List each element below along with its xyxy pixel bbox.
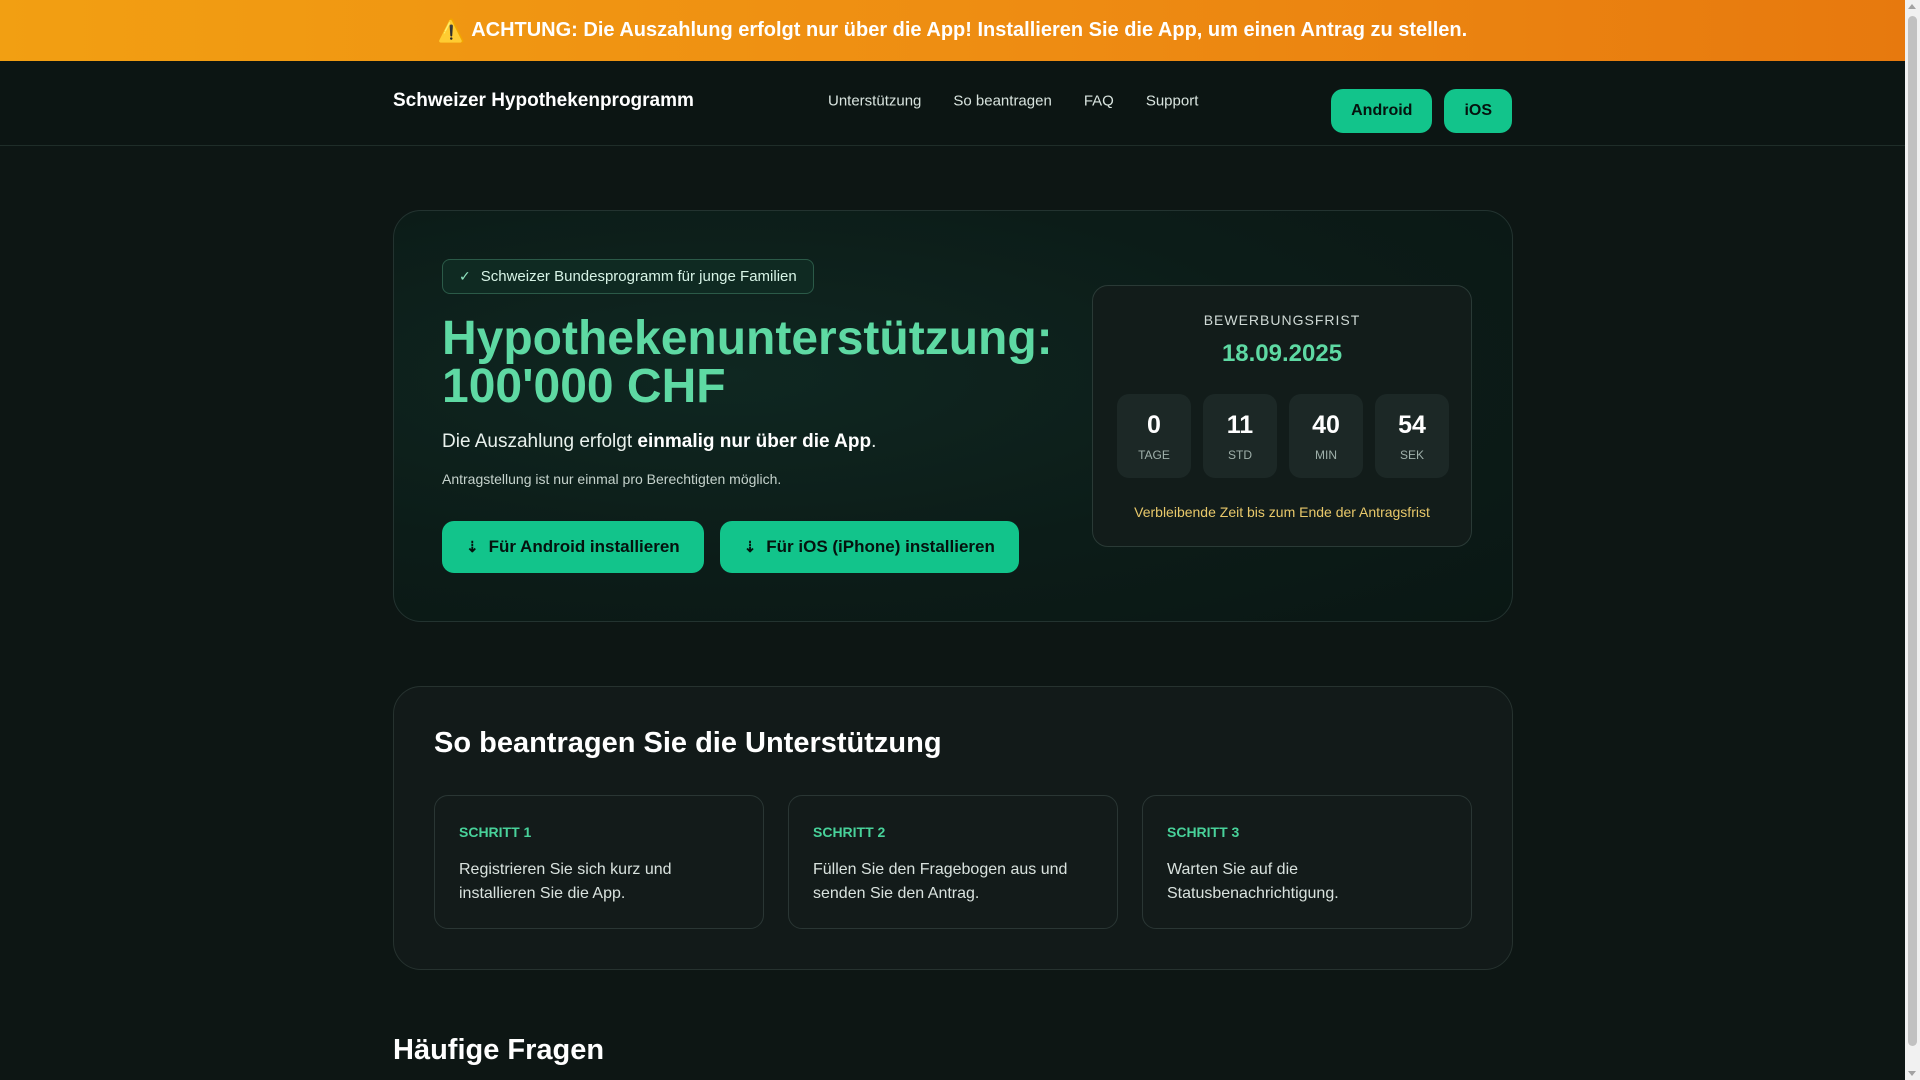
- nav-link-unterstuetzung[interactable]: Unterstützung: [828, 93, 921, 110]
- hero-note: Antragstellung ist nur einmal pro Berech…: [442, 471, 782, 487]
- countdown-value: 40: [1312, 410, 1340, 439]
- program-badge: ✓ Schweizer Bundesprogramm für junge Fam…: [442, 259, 814, 294]
- faq-title: Häufige Fragen: [393, 1034, 605, 1066]
- countdown-boxes: 0 TAGE 11 STD 40 MIN 54 SEK: [1117, 394, 1449, 478]
- nav-link-support[interactable]: Support: [1146, 93, 1199, 110]
- nav-link-faq[interactable]: FAQ: [1084, 93, 1114, 110]
- main-nav: Unterstützung So beantragen FAQ Support: [828, 93, 1198, 110]
- nav-link-so-beantragen[interactable]: So beantragen: [953, 93, 1051, 110]
- countdown-footer: Verbleibende Zeit bis zum Ende der Antra…: [1134, 504, 1430, 520]
- countdown-value: 0: [1147, 410, 1161, 439]
- hero-subtitle: Die Auszahlung erfolgt einmalig nur über…: [442, 431, 876, 453]
- hero-subtitle-bold: einmalig nur über die App: [637, 431, 872, 452]
- alert-banner: ⚠️ ACHTUNG: Die Auszahlung erfolgt nur ü…: [0, 0, 1905, 61]
- install-ios-label: Für iOS (iPhone) installieren: [766, 537, 995, 556]
- install-android-label: Für Android installieren: [488, 537, 680, 556]
- countdown-minutes: 40 MIN: [1289, 394, 1363, 478]
- hero-subtitle-pre: Die Auszahlung erfolgt: [442, 431, 638, 452]
- step-card-3: SCHRITT 3 Warten Sie auf die Statusbenac…: [1142, 795, 1472, 929]
- brand-name[interactable]: Schweizer Hypothekenprogramm: [393, 90, 694, 112]
- hero-subtitle-post: .: [871, 431, 877, 452]
- hero-buttons: ⇣ Für Android installieren ⇣ Für iOS (iP…: [442, 521, 1019, 573]
- step-label: SCHRITT 2: [813, 824, 886, 840]
- step-grid: SCHRITT 1 Registrieren Sie sich kurz und…: [434, 795, 1472, 929]
- page: ⚠️ ACHTUNG: Die Auszahlung erfolgt nur ü…: [0, 0, 1920, 1080]
- android-button[interactable]: Android: [1331, 89, 1433, 133]
- countdown-value: 54: [1398, 410, 1426, 439]
- ios-button[interactable]: iOS: [1444, 89, 1512, 133]
- countdown-panel: BEWERBUNGSFRIST 18.09.2025 0 TAGE 11 STD…: [1092, 285, 1472, 547]
- alert-text: ACHTUNG: Die Auszahlung erfolgt nur über…: [471, 19, 1468, 41]
- countdown-unit: SEK: [1399, 447, 1424, 462]
- download-icon: ⇣: [466, 539, 479, 556]
- countdown-hours: 11 STD: [1203, 394, 1277, 478]
- hero-title-line2: 100'000 CHF: [442, 360, 726, 413]
- step-card-1: SCHRITT 1 Registrieren Sie sich kurz und…: [434, 795, 764, 929]
- page-content: ⚠️ ACHTUNG: Die Auszahlung erfolgt nur ü…: [0, 0, 1905, 1080]
- countdown-value: 11: [1226, 410, 1254, 439]
- step-text: Füllen Sie den Fragebogen aus und senden…: [813, 861, 1068, 902]
- countdown-unit: MIN: [1315, 447, 1337, 462]
- hero-card: ✓ Schweizer Bundesprogramm für junge Fam…: [393, 210, 1513, 622]
- install-android-button[interactable]: ⇣ Für Android installieren: [442, 521, 704, 573]
- scroll-down-arrow-icon[interactable]: [1908, 1071, 1916, 1076]
- countdown-unit: STD: [1228, 447, 1252, 462]
- install-ios-button[interactable]: ⇣ Für iOS (iPhone) installieren: [719, 521, 1019, 573]
- hero-title-line1: Hypothekenunterstützung:: [442, 312, 1053, 365]
- badge-text: Schweizer Bundesprogramm für junge Famil…: [480, 268, 797, 285]
- page-scrollbar[interactable]: [1905, 0, 1920, 1080]
- step-label: SCHRITT 1: [459, 824, 532, 840]
- step-text: Warten Sie auf die Statusbenachrichtigun…: [1167, 861, 1339, 902]
- warning-icon: ⚠️: [437, 17, 466, 43]
- countdown-label: BEWERBUNGSFRIST: [1203, 312, 1361, 328]
- site-header: Schweizer Hypothekenprogramm Unterstützu…: [0, 61, 1905, 146]
- scroll-up-arrow-icon[interactable]: [1908, 4, 1916, 9]
- scrollbar-thumb[interactable]: [1908, 16, 1917, 1046]
- step-card-2: SCHRITT 2 Füllen Sie den Fragebogen aus …: [788, 795, 1118, 929]
- countdown-date: 18.09.2025: [1221, 340, 1343, 367]
- steps-title: So beantragen Sie die Unterstützung: [434, 727, 942, 759]
- countdown-seconds: 54 SEK: [1375, 394, 1449, 478]
- hero-title: Hypothekenunterstützung: 100'000 CHF: [442, 315, 1082, 411]
- check-icon: ✓: [459, 268, 471, 284]
- step-text: Registrieren Sie sich kurz und installie…: [459, 861, 672, 902]
- steps-card: So beantragen Sie die Unterstützung SCHR…: [393, 686, 1513, 970]
- countdown-days: 0 TAGE: [1117, 394, 1191, 478]
- countdown-unit: TAGE: [1138, 447, 1170, 462]
- download-icon: ⇣: [743, 539, 757, 556]
- step-label: SCHRITT 3: [1167, 824, 1240, 840]
- header-actions: Android iOS: [1331, 89, 1512, 133]
